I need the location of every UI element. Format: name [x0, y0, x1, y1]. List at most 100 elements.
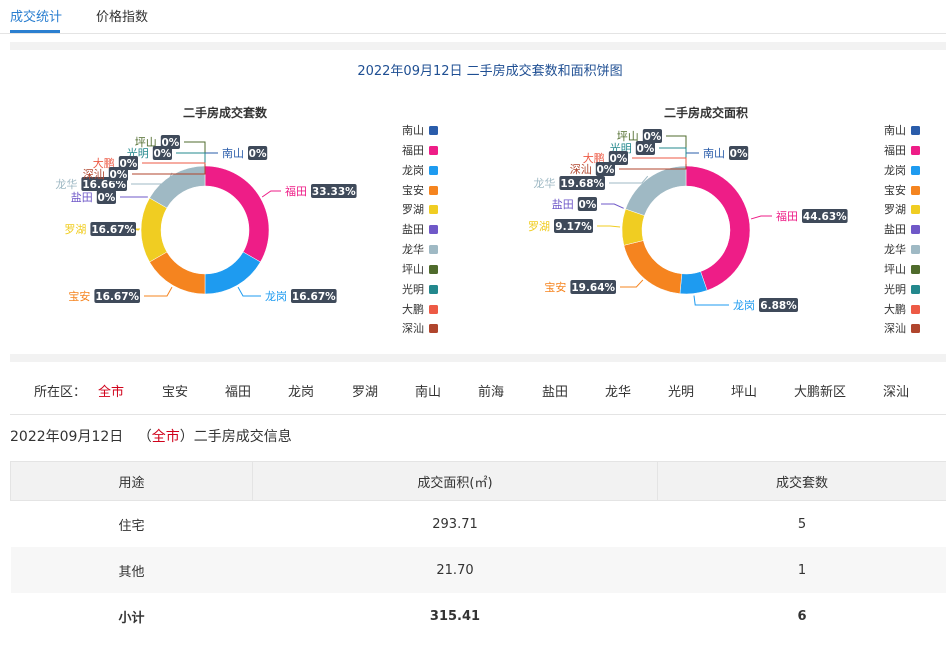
- district-item-baoan[interactable]: 宝安: [162, 381, 188, 400]
- district-item-longhua[interactable]: 龙华: [605, 381, 631, 400]
- legend-swatch[interactable]: [429, 186, 438, 195]
- slice-value-label: 0%: [109, 169, 127, 181]
- slice-value-label: 16.67%: [95, 291, 139, 303]
- slice-value-label: 33.33%: [312, 186, 356, 198]
- slice-name-label: 深汕: [83, 168, 105, 181]
- legend-swatch[interactable]: [911, 146, 920, 155]
- donut-chart-0: 二手房成交套数南山 0% 福田 33.33% 龙岗 16.67% 宝安 16.67% 罗湖 16.…: [55, 105, 438, 335]
- slice-name-label: 福田: [285, 184, 307, 198]
- leader-line: [609, 175, 649, 184]
- slice-value-label: 0%: [249, 148, 267, 160]
- slice-value-label: 0%: [636, 143, 654, 155]
- legend-label: 深汕: [402, 322, 424, 335]
- legend-swatch[interactable]: [429, 324, 438, 333]
- district-item-longgang[interactable]: 龙岗: [288, 381, 314, 400]
- donut-slice-2[interactable]: [204, 251, 261, 295]
- leader-line: [237, 286, 261, 297]
- district-item-dapeng[interactable]: 大鹏新区: [794, 381, 846, 400]
- legend-swatch[interactable]: [429, 245, 438, 254]
- slice-value-label: 6.88%: [760, 300, 797, 312]
- district-item-futian[interactable]: 福田: [225, 381, 251, 400]
- table-cell: 其他: [10, 547, 253, 593]
- slice-name-label: 龙岗: [265, 290, 287, 303]
- legend-label: 龙岗: [884, 164, 906, 177]
- district-item-all[interactable]: 全市: [98, 381, 124, 400]
- deal-info-date: 2022年09月12日: [10, 429, 124, 445]
- legend-swatch[interactable]: [911, 126, 920, 135]
- legend-swatch[interactable]: [911, 245, 920, 254]
- legend-label: 大鹏: [884, 302, 906, 316]
- deal-info-scope: 全市: [151, 429, 180, 445]
- leader-line: [620, 279, 644, 288]
- slice-name-label: 宝安: [68, 289, 90, 303]
- leader-line: [693, 295, 729, 306]
- legend-swatch[interactable]: [911, 166, 920, 175]
- legend-label: 龙华: [402, 242, 424, 256]
- donut-slice-1[interactable]: [685, 165, 751, 291]
- donut-slice-3[interactable]: [149, 251, 206, 295]
- legend-label: 南山: [884, 124, 906, 137]
- legend-swatch[interactable]: [911, 324, 920, 333]
- slice-name-label: 深汕: [570, 163, 592, 176]
- legend-label: 龙华: [884, 242, 906, 256]
- legend-swatch[interactable]: [429, 205, 438, 214]
- chart-title: 二手房成交面积: [664, 105, 748, 120]
- legend-swatch[interactable]: [911, 225, 920, 234]
- table-header-usage: 用途: [10, 461, 253, 501]
- district-item-nanshan[interactable]: 南山: [415, 381, 441, 400]
- legend-label: 坪山: [884, 263, 906, 276]
- legend-label: 南山: [402, 124, 424, 137]
- slice-name-label: 龙华: [55, 177, 77, 191]
- legend-label: 龙岗: [402, 164, 424, 177]
- legend-label: 光明: [402, 282, 424, 296]
- donut-slice-6[interactable]: [625, 165, 687, 216]
- chart-title: 二手房成交套数: [183, 105, 268, 120]
- slice-value-label: 0%: [578, 199, 596, 211]
- legend-label: 罗湖: [402, 203, 424, 216]
- slice-name-label: 罗湖: [64, 223, 86, 236]
- legend-label: 盐田: [402, 223, 424, 236]
- district-item-qianhai[interactable]: 前海: [478, 381, 504, 400]
- legend-label: 坪山: [402, 263, 424, 276]
- legend-swatch[interactable]: [911, 305, 920, 314]
- deal-table: 用途 成交面积(㎡) 成交套数 住宅 293.71 5 其他 21.70 1 小…: [10, 461, 946, 639]
- leader-line: [261, 190, 281, 198]
- legend-swatch[interactable]: [911, 186, 920, 195]
- legend-swatch[interactable]: [911, 285, 920, 294]
- district-filter: 所在区： 全市 宝安 福田 龙岗 罗湖 南山 前海 盐田 龙华 光明 坪山 大鹏…: [10, 370, 946, 415]
- donut-slice-1[interactable]: [204, 165, 270, 263]
- legend-swatch[interactable]: [429, 126, 438, 135]
- district-item-pingshan[interactable]: 坪山: [731, 381, 757, 400]
- donut-slice-4[interactable]: [140, 197, 168, 263]
- leader-line: [142, 162, 206, 164]
- legend-swatch[interactable]: [911, 265, 920, 274]
- legend-label: 福田: [884, 143, 906, 157]
- district-item-guangming[interactable]: 光明: [668, 381, 694, 400]
- slice-name-label: 盐田: [552, 198, 574, 211]
- legend-swatch[interactable]: [911, 205, 920, 214]
- legend-label: 宝安: [402, 183, 424, 197]
- legend-swatch[interactable]: [429, 305, 438, 314]
- legend-swatch[interactable]: [429, 265, 438, 274]
- donut-slice-6[interactable]: [149, 165, 206, 209]
- table-total-cell: 小计: [118, 610, 145, 626]
- slice-value-label: 44.63%: [803, 211, 847, 223]
- district-filter-label: 所在区：: [34, 385, 87, 400]
- legend-swatch[interactable]: [429, 146, 438, 155]
- donut-slice-3[interactable]: [623, 240, 683, 294]
- leader-line: [204, 152, 218, 164]
- leader-line: [176, 152, 206, 164]
- leader-line: [659, 147, 687, 164]
- table-cell: 5: [797, 516, 807, 532]
- slice-value-label: 0%: [153, 148, 171, 160]
- deal-info-title: 2022年09月12日 （全市）二手房成交信息: [10, 426, 292, 446]
- district-item-shenshan[interactable]: 深汕: [883, 381, 909, 400]
- slice-name-label: 南山: [703, 147, 725, 160]
- slice-value-label: 19.68%: [560, 178, 604, 190]
- legend-swatch[interactable]: [429, 225, 438, 234]
- slice-value-label: 16.67%: [292, 291, 336, 303]
- legend-swatch[interactable]: [429, 166, 438, 175]
- district-item-yantian[interactable]: 盐田: [542, 381, 568, 400]
- legend-swatch[interactable]: [429, 285, 438, 294]
- district-item-luohu[interactable]: 罗湖: [352, 381, 378, 400]
